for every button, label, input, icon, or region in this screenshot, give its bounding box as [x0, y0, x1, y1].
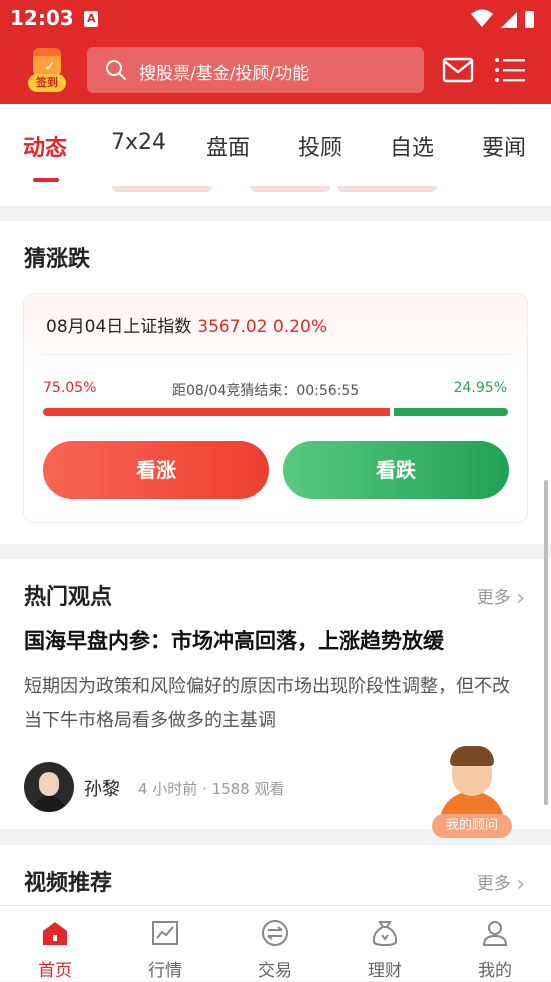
nav-trade[interactable]: 交易 [220, 906, 330, 982]
article-summary: 短期因为政策和风险偏好的原因市场出现阶段性调整，但不改当下牛市格局看多做多的主基… [24, 676, 510, 731]
search-input[interactable]: 搜股票/基金/投顾/功能 [87, 47, 424, 93]
calendar-icon: ✓ [33, 48, 61, 76]
fall-progress [393, 408, 508, 416]
tab-watchlist[interactable]: 自选 [390, 130, 434, 162]
index-line: 08月04日上证指数 3567.02 0.20% [46, 312, 327, 337]
tab-advisor[interactable]: 投顾 [298, 130, 342, 162]
tab-market[interactable]: 盘面 [206, 130, 250, 162]
status-time: 12:03 [10, 6, 74, 30]
bottom-nav: 首页 行情 交易 理财 我的 [0, 905, 551, 981]
guess-panel: 08月04日上证指数 3567.02 0.20% 75.05% 距08/04竞猜结… [23, 293, 528, 523]
fall-percent: 24.95% [453, 380, 507, 396]
signal-icon [501, 12, 517, 28]
person-icon [482, 921, 508, 946]
nav-wealth[interactable]: 理财 [330, 906, 440, 982]
chart-icon [152, 921, 178, 945]
money-bag-icon [372, 921, 398, 947]
tab-news[interactable]: 要闻 [482, 130, 526, 162]
more-link[interactable]: 更多 › [477, 869, 525, 897]
tab-7x24[interactable]: 7x24 [111, 130, 166, 155]
app-header: 12:03 A ✓ 签到 搜股票/基金/投顾/功能 [0, 0, 551, 104]
divider [44, 354, 509, 355]
nav-market[interactable]: 行情 [110, 906, 220, 982]
sign-in-label: 签到 [28, 74, 66, 92]
chevron-right-icon: › [516, 586, 525, 611]
status-bar: 12:03 A [0, 0, 551, 38]
top-tabs: 动态 7x24 盘面 投顾 自选 要闻 [0, 104, 551, 190]
mail-icon[interactable] [442, 56, 474, 84]
section-title: 热门观点 [24, 585, 113, 610]
section-title: 猜涨跌 [24, 247, 91, 272]
search-icon [106, 60, 126, 80]
scrolled-content-edge [0, 186, 551, 206]
article-meta: 4 小时前 · 1588 观看 [138, 780, 285, 798]
nav-home[interactable]: 首页 [0, 906, 110, 982]
index-value: 3567.02 0.20% [197, 317, 327, 337]
advisor-label: 我的顾问 [432, 814, 512, 838]
home-icon [43, 922, 67, 945]
sign-in-button[interactable]: ✓ 签到 [26, 48, 68, 92]
guess-section: 猜涨跌 08月04日上证指数 3567.02 0.20% 75.05% 距08/0… [0, 221, 551, 544]
article-headline[interactable]: 国海早盘内参：市场冲高回落，上涨趋势放缓 [24, 625, 444, 655]
notification-icon: A [84, 11, 98, 27]
section-title: 视频推荐 [24, 871, 113, 896]
status-icons [471, 9, 534, 28]
bet-fall-button[interactable]: 看跌 [283, 441, 509, 499]
more-link[interactable]: 更多 › [477, 583, 525, 611]
exchange-icon [262, 920, 288, 946]
nav-mine[interactable]: 我的 [440, 906, 550, 982]
countdown-text: 距08/04竞猜结束：00:56:55 [172, 383, 360, 399]
scrollbar[interactable] [544, 480, 548, 805]
battery-icon [525, 11, 534, 28]
author-name[interactable]: 孙黎 [84, 775, 120, 801]
vote-progress-bar [43, 408, 508, 416]
tab-indicator [33, 178, 59, 182]
chevron-right-icon: › [516, 872, 525, 897]
bet-rise-button[interactable]: 看涨 [43, 441, 269, 499]
rise-percent: 75.05% [43, 380, 97, 396]
my-advisor-button[interactable]: 我的顾问 [430, 744, 514, 840]
search-placeholder: 搜股票/基金/投顾/功能 [139, 64, 310, 84]
avatar[interactable] [24, 762, 74, 812]
tab-dynamic[interactable]: 动态 [23, 130, 67, 162]
wifi-icon [471, 9, 493, 27]
rise-progress [43, 408, 391, 416]
index-name: 08月04日上证指数 [46, 317, 192, 337]
video-section: 视频推荐 更多 › [0, 845, 551, 905]
menu-icon[interactable] [494, 56, 526, 84]
